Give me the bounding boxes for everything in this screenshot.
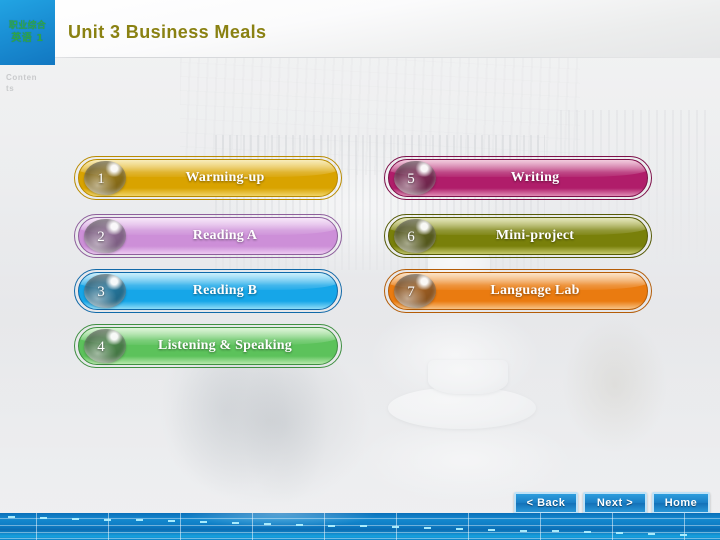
menu-item-number-badge: 5	[394, 161, 436, 195]
footer-grid-line	[0, 532, 720, 533]
footer-dash-marker	[488, 528, 495, 531]
menu-item-number-badge: 1	[84, 161, 126, 195]
menu-item-6[interactable]: 6 Mini-project	[384, 214, 652, 258]
footer-dash-marker	[200, 521, 207, 524]
footer-dash-marker	[328, 524, 335, 527]
footer-dash-marker	[680, 533, 687, 536]
menu-item-3[interactable]: 3 Reading B	[74, 269, 342, 313]
footer-dash-marker	[72, 517, 79, 520]
nav-button-label: Next >	[596, 497, 634, 509]
menu-item-4[interactable]: 4 Listening & Speaking	[74, 324, 342, 368]
footer-strip	[0, 513, 720, 540]
footer-dash-marker	[168, 520, 175, 523]
menu-item-number-badge: 2	[84, 219, 126, 253]
footer-dash-marker	[584, 531, 591, 534]
footer-dash-marker	[616, 532, 623, 535]
menu-item-number: 5	[407, 170, 415, 187]
contents-menu: 1 Warming-up 2 Reading A 3 Reading B 4 Listenin…	[0, 0, 720, 540]
footer-dash-marker	[456, 527, 463, 530]
footer-dash-marker	[648, 533, 655, 535]
back-button[interactable]: < Back	[514, 492, 578, 514]
menu-item-number-badge: 6	[394, 219, 436, 253]
menu-item-5[interactable]: 5 Writing	[384, 156, 652, 200]
menu-item-number: 4	[97, 338, 105, 355]
footer-dash-marker	[552, 530, 559, 533]
footer-dash-marker	[232, 521, 239, 524]
footer-dash-marker	[360, 525, 367, 528]
footer-dash-marker	[104, 518, 111, 521]
menu-item-number: 6	[407, 228, 415, 245]
menu-item-7[interactable]: 7 Language Lab	[384, 269, 652, 313]
nav-button-label: Home	[664, 497, 698, 509]
footer-dash-marker	[136, 519, 143, 522]
menu-item-1[interactable]: 1 Warming-up	[74, 156, 342, 200]
menu-item-number: 1	[97, 170, 105, 187]
slide-canvas: 职业综合 英语 1 Unit 3 Business Meals Contents…	[0, 0, 720, 540]
menu-item-number-badge: 7	[394, 274, 436, 308]
nav-button-label: < Back	[526, 497, 566, 509]
menu-item-number: 2	[97, 228, 105, 245]
footer-dash-marker	[392, 526, 399, 529]
next-button[interactable]: Next >	[583, 492, 647, 514]
menu-item-2[interactable]: 2 Reading A	[74, 214, 342, 258]
footer-dash-marker	[520, 529, 527, 532]
footer-dash-marker	[296, 523, 303, 526]
menu-item-number-badge: 3	[84, 274, 126, 308]
menu-item-number: 7	[407, 283, 415, 300]
menu-item-number: 3	[97, 283, 105, 300]
menu-item-number-badge: 4	[84, 329, 126, 363]
footer-dash-marker	[8, 516, 15, 518]
footer-dash-marker	[40, 516, 47, 519]
home-button[interactable]: Home	[652, 492, 710, 514]
footer-dash-marker	[264, 522, 271, 525]
footer-dash-marker	[424, 527, 431, 530]
footer-grid-line	[0, 538, 720, 539]
